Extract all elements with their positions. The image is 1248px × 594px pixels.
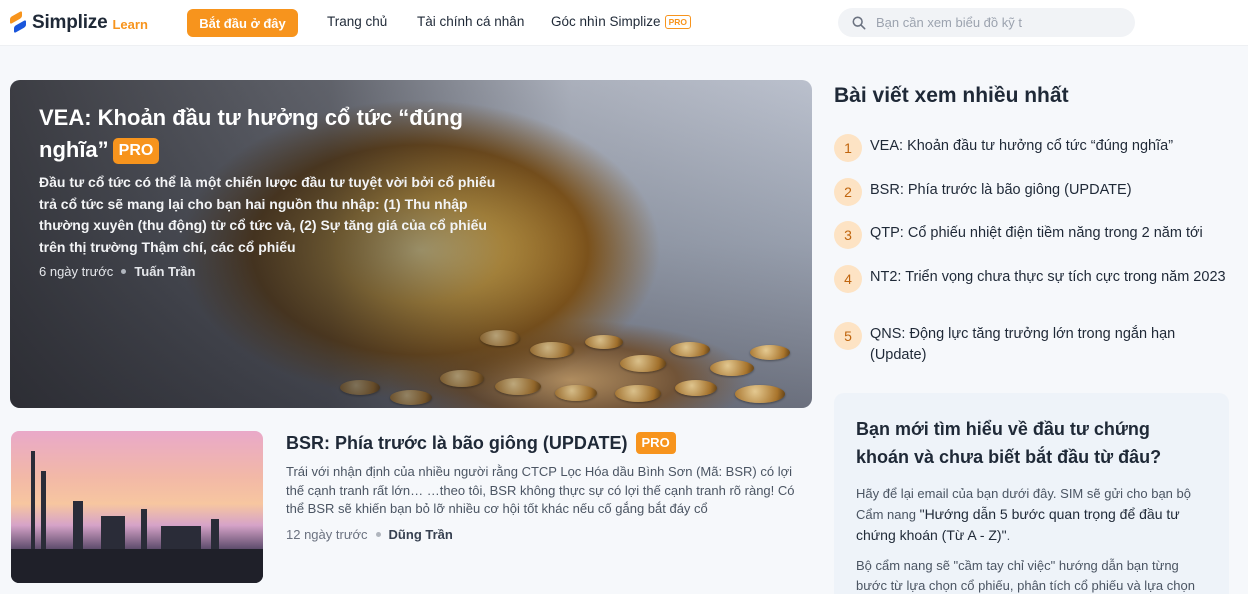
popular-article-link[interactable]: VEA: Khoản đầu tư hưởng cổ tức “đúng ngh… [870,134,1230,157]
article-excerpt: Trái với nhận định của nhiều người rằng … [286,464,795,516]
popular-article-link[interactable]: QTP: Cổ phiếu nhiệt điện tiềm năng trong… [870,221,1230,244]
popular-article-link[interactable]: BSR: Phía trước là bão giông (UPDATE) [870,178,1230,201]
search-box[interactable] [838,8,1135,37]
list-item[interactable]: 4 NT2: Triển vọng chưa thực sự tích cực … [834,265,1234,293]
featured-article-title-text: VEA: Khoản đầu tư hưởng cổ tức “đúng ngh… [39,105,463,162]
search-input[interactable] [876,15,1126,30]
rank-number: 1 [834,134,862,162]
newsletter-promo: Bạn mới tìm hiểu về đầu tư chứng khoán v… [834,393,1229,594]
rank-number: 4 [834,265,862,293]
featured-article-meta: 6 ngày trước Tuấn Trần [39,264,509,279]
search-icon [852,16,866,29]
start-here-button[interactable]: Bắt đầu ở đây [187,9,298,37]
nav-simplize-perspective-label: Góc nhìn Simplize [551,14,661,29]
post-time: 6 ngày trước [39,264,114,279]
rank-number: 2 [834,178,862,206]
list-item[interactable]: 3 QTP: Cổ phiếu nhiệt điện tiềm năng tro… [834,221,1234,249]
featured-article-excerpt: Đầu tư cổ tức có thể là một chiến lược đ… [39,174,496,255]
article-title[interactable]: BSR: Phía trước là bão giông (UPDATE) [286,433,628,454]
post-time: 12 ngày trước [286,527,368,542]
popular-article-link[interactable]: NT2: Triển vọng chưa thực sự tích cực tr… [870,265,1230,288]
promo-text: Hãy để lại email của bạn dưới đây. SIM s… [856,486,1191,543]
simplize-logo-icon [10,10,26,35]
list-item[interactable]: 5 QNS: Động lực tăng trưởng lớn trong ng… [834,322,1234,366]
nav-personal-finance[interactable]: Tài chính cá nhân [417,14,524,29]
logo-sub: Learn [112,17,148,32]
popular-article-link[interactable]: QNS: Động lực tăng trưởng lớn trong ngắn… [870,322,1230,366]
most-viewed-heading: Bài viết xem nhiều nhất [834,84,1069,107]
nav-simplize-perspective[interactable]: Góc nhìn Simplize PRO [551,14,691,29]
separator-dot [375,532,381,537]
separator-dot [121,269,127,274]
rank-number: 5 [834,322,862,350]
simplize-logo[interactable]: Simplize Learn [10,10,148,36]
list-item[interactable]: 2 BSR: Phía trước là bão giông (UPDATE) [834,178,1234,206]
author-link[interactable]: Tuấn Trần [134,264,195,279]
rank-number: 3 [834,221,862,249]
logo-text: Simplize [32,12,108,33]
nav-home[interactable]: Trang chủ [327,14,387,29]
pro-badge: PRO [635,432,676,454]
promo-title: Bạn mới tìm hiểu về đầu tư chứng khoán v… [856,419,1162,467]
featured-article[interactable]: VEA: Khoản đầu tư hưởng cổ tức “đúng ngh… [10,80,812,408]
article-title-row[interactable]: BSR: Phía trước là bão giông (UPDATE) PR… [286,432,676,454]
featured-article-title[interactable]: VEA: Khoản đầu tư hưởng cổ tức “đúng ngh… [39,102,509,166]
list-item[interactable]: 1 VEA: Khoản đầu tư hưởng cổ tức “đúng n… [834,134,1234,162]
promo-text-2: Bộ cẩm nang sẽ "cầm tay chỉ việc" hướng … [856,558,1195,593]
pro-badge: PRO [664,14,691,29]
article-thumbnail[interactable] [11,431,263,583]
top-header: Simplize Learn Bắt đầu ở đây Trang chủ T… [0,0,1248,46]
pro-badge: PRO [112,138,160,164]
author-link[interactable]: Dũng Trần [389,527,453,542]
article-meta: 12 ngày trước Dũng Trần [286,527,453,542]
